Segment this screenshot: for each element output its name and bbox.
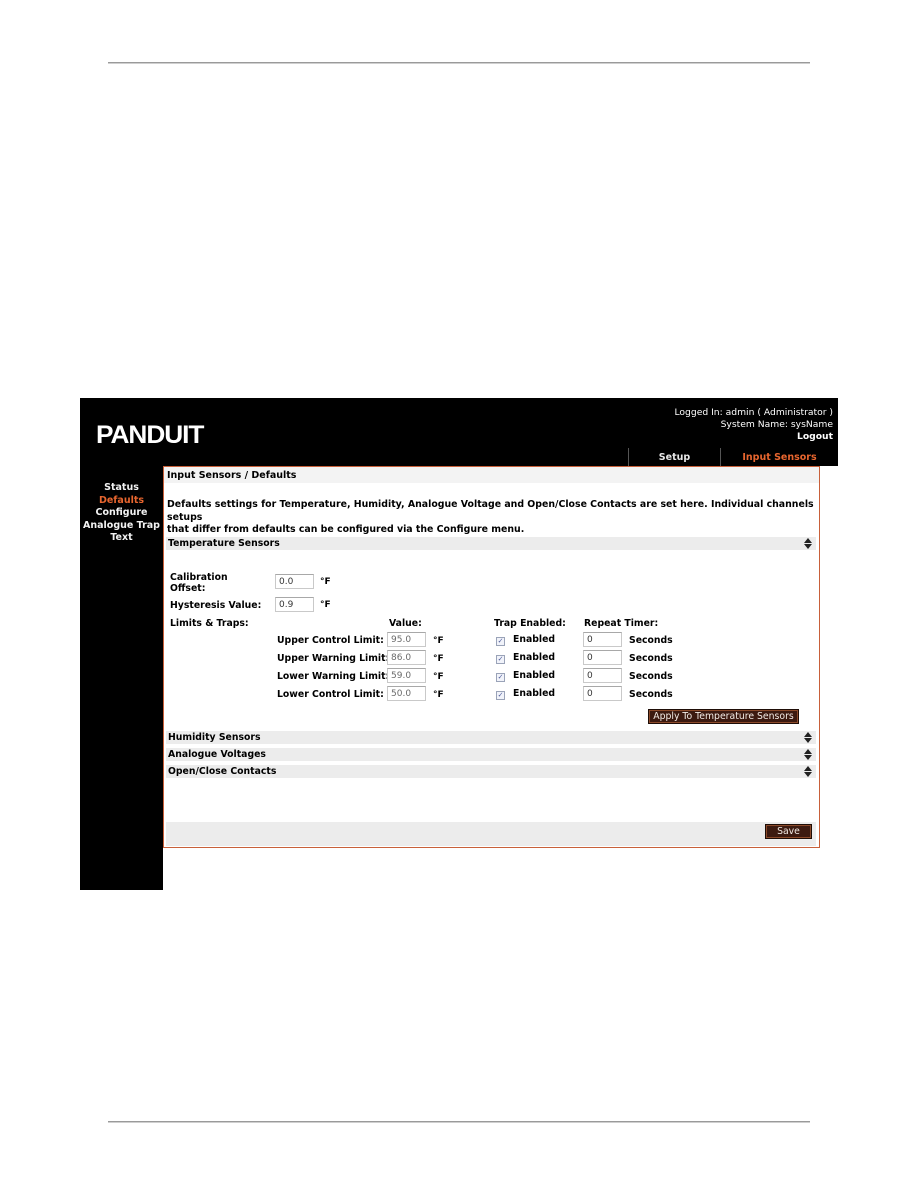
sidebar-item-analogue-trap-text[interactable]: Text <box>80 532 163 545</box>
section-label: Analogue Voltages <box>168 749 266 760</box>
limit-unit: °F <box>433 690 444 700</box>
limit-unit: °F <box>433 636 444 646</box>
repeat-timer-input[interactable] <box>583 632 622 647</box>
system-name-text: System Name: sysName <box>720 419 833 430</box>
section-label: Temperature Sensors <box>168 538 280 549</box>
timer-unit: Seconds <box>629 635 673 646</box>
limit-label: Upper Warning Limit: <box>277 653 390 664</box>
column-value-header: Value: <box>389 618 422 629</box>
intro-text: Defaults settings for Temperature, Humid… <box>167 499 815 537</box>
hysteresis-input[interactable] <box>275 597 314 612</box>
limit-label: Upper Control Limit: <box>277 635 384 646</box>
sidebar-item-configure[interactable]: Configure <box>80 507 163 520</box>
timer-unit: Seconds <box>629 653 673 664</box>
panel-title: Input Sensors / Defaults <box>164 467 819 483</box>
limit-label: Lower Control Limit: <box>277 689 384 700</box>
repeat-timer-input[interactable] <box>583 686 622 701</box>
column-trap-enabled-header: Trap Enabled: <box>494 618 566 629</box>
app-window: PANDUIT Logged In: admin ( Administrator… <box>80 398 838 890</box>
sidebar-item-defaults[interactable]: Defaults <box>80 495 163 508</box>
save-button[interactable]: Save <box>765 824 812 839</box>
apply-to-temperature-sensors-button[interactable]: Apply To Temperature Sensors <box>648 709 799 724</box>
page-bottom-rule <box>108 1121 810 1123</box>
trap-enabled-label: Enabled <box>513 670 556 681</box>
expand-collapse-icon[interactable] <box>804 537 813 549</box>
expand-collapse-icon[interactable] <box>804 731 813 743</box>
section-open-close-contacts[interactable]: Open/Close Contacts <box>166 765 816 778</box>
repeat-timer-input[interactable] <box>583 650 622 665</box>
section-label: Humidity Sensors <box>168 732 261 743</box>
sidebar: Status Defaults Configure Analogue Trap … <box>80 466 163 890</box>
upper-control-limit-input[interactable] <box>387 632 426 647</box>
trap-enabled-checkbox[interactable]: ✓ <box>496 673 505 682</box>
trap-enabled-label: Enabled <box>513 652 556 663</box>
page-top-rule <box>108 62 810 64</box>
repeat-timer-input[interactable] <box>583 668 622 683</box>
expand-collapse-icon[interactable] <box>804 765 813 777</box>
limits-traps-label: Limits & Traps: <box>170 618 249 629</box>
panel-footer: Save <box>166 822 816 846</box>
trap-enabled-label: Enabled <box>513 688 556 699</box>
section-analogue-voltages[interactable]: Analogue Voltages <box>166 748 816 761</box>
trap-enabled-checkbox[interactable]: ✓ <box>496 637 505 646</box>
tab-setup[interactable]: Setup <box>628 448 720 466</box>
panduit-logo: PANDUIT <box>96 421 204 449</box>
header: PANDUIT Logged In: admin ( Administrator… <box>80 398 838 466</box>
calibration-offset-input[interactable] <box>275 574 314 589</box>
limit-unit: °F <box>433 672 444 682</box>
expand-collapse-icon[interactable] <box>804 748 813 760</box>
timer-unit: Seconds <box>629 671 673 682</box>
hysteresis-label: Hysteresis Value: <box>170 600 262 611</box>
intro-line-1: Defaults settings for Temperature, Humid… <box>167 499 814 523</box>
user-info: Logged In: admin ( Administrator ) Syste… <box>674 407 833 443</box>
section-label: Open/Close Contacts <box>168 766 277 777</box>
limit-unit: °F <box>433 654 444 664</box>
column-repeat-timer-header: Repeat Timer: <box>584 618 659 629</box>
section-temperature-sensors[interactable]: Temperature Sensors <box>166 537 816 550</box>
nav-tabs: Setup Input Sensors <box>628 448 838 466</box>
trap-enabled-checkbox[interactable]: ✓ <box>496 691 505 700</box>
calibration-unit: °F <box>320 577 331 587</box>
lower-warning-limit-input[interactable] <box>387 668 426 683</box>
logged-in-text: Logged In: admin ( Administrator ) <box>674 407 833 418</box>
tab-input-sensors[interactable]: Input Sensors <box>720 448 838 466</box>
timer-unit: Seconds <box>629 689 673 700</box>
calibration-label-line1: Calibration <box>170 572 228 583</box>
logout-link[interactable]: Logout <box>674 431 833 443</box>
lower-control-limit-input[interactable] <box>387 686 426 701</box>
section-humidity-sensors[interactable]: Humidity Sensors <box>166 731 816 744</box>
trap-enabled-label: Enabled <box>513 634 556 645</box>
calibration-label-line2: Offset: <box>170 583 206 594</box>
defaults-panel: Input Sensors / Defaults Defaults settin… <box>163 466 820 848</box>
upper-warning-limit-input[interactable] <box>387 650 426 665</box>
calibration-label: Calibration Offset: <box>170 572 228 594</box>
sidebar-item-status[interactable]: Status <box>80 482 163 495</box>
hysteresis-unit: °F <box>320 600 331 610</box>
limit-label: Lower Warning Limit: <box>277 671 390 682</box>
trap-enabled-checkbox[interactable]: ✓ <box>496 655 505 664</box>
intro-line-2: that differ from defaults can be configu… <box>167 524 525 535</box>
sidebar-item-analogue-trap[interactable]: Analogue Trap <box>80 520 163 533</box>
